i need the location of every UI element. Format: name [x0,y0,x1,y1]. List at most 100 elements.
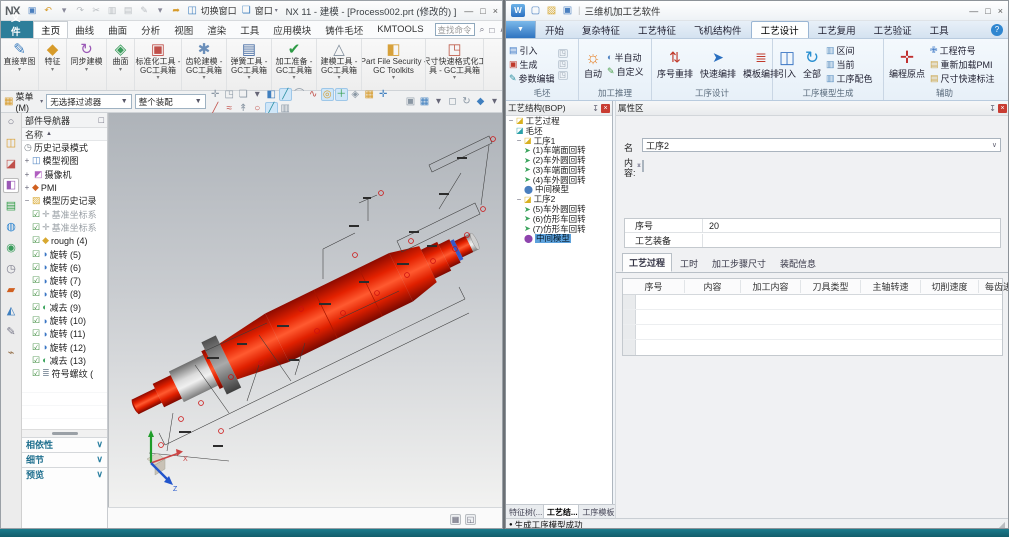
bop-tree-item[interactable]: − ◪ 工序2 [506,194,612,204]
tab-process[interactable]: 工艺过程 [622,253,672,272]
mini-button-icon[interactable]: ◳ [558,49,568,58]
tree-item[interactable]: ☑ ≣ 符号螺纹 ( [22,367,107,380]
name-column-header[interactable]: 名称▲ [22,128,107,141]
minimize-button[interactable]: — [464,6,473,16]
tree-item[interactable]: ☑ ◑ 旋转 (10) [22,314,107,327]
resource-bar-icon[interactable]: ◫ [3,136,19,151]
bop-tree-item[interactable]: ➤ (7)仿形车回转 [506,224,612,234]
bop-tree-item[interactable]: ➤ (3)车端面回转 [506,165,612,175]
resize-grip-icon[interactable]: ◢ [999,520,1005,529]
toolbar-icon[interactable]: ▦ [363,88,376,101]
kv-row[interactable]: 序号 20 [625,219,1000,233]
close-panel-icon[interactable]: × [998,104,1007,113]
toolbar-icon[interactable]: ◳ [223,88,236,101]
window-menu-button[interactable]: ❏窗口▾ [240,4,278,17]
ribbon-button[interactable]: △ 建模工具 - GC工具箱 ▾ [317,39,362,90]
tree-item[interactable]: ☑ ◐ 减去 (13) [22,354,107,367]
tab-process-design[interactable]: 工艺设计 [751,21,809,38]
navigator-scrollbar[interactable] [22,429,107,437]
toolbar-icon[interactable]: ▾ [432,95,445,108]
checkbox-icon[interactable]: ☑ [32,262,40,273]
expander-icon[interactable]: − [508,116,514,125]
toolbar-icon[interactable]: ◻ [446,95,459,108]
op-color-button[interactable]: ▥工序配色 [826,72,873,85]
expander-icon[interactable]: − [24,196,30,205]
checkbox-icon[interactable]: ☑ [32,209,40,220]
renumber-button[interactable]: ⇅序号重排 [655,48,695,80]
programming-origin-button[interactable]: ✛编程原点 [887,48,927,80]
engineering-symbol-button[interactable]: ✙工程符号 [930,44,995,57]
auto-button[interactable]: ☼自动 [582,48,604,80]
doc-control-icon[interactable]: ⌕ [480,24,485,35]
toolbar-icon[interactable]: ◆ [474,95,487,108]
tab-aircraft-structures[interactable]: 飞机结构件 [685,21,751,38]
table-row[interactable] [623,325,1002,340]
column-header[interactable]: 加工内容 [741,280,801,293]
tab-analysis[interactable]: 分析 [134,21,167,38]
tree-item[interactable]: ☑ ◆ rough (4) [22,234,107,247]
bop-tree-item[interactable]: ➤ (6)仿形车回转 [506,214,612,224]
toolbar-icon[interactable]: ✛ [377,88,390,101]
bop-tree-item[interactable]: ◪ 毛坯 [506,126,612,136]
tree-item[interactable]: ☑ ◐ 减去 (9) [22,301,107,314]
tab-complex-features[interactable]: 复杂特征 [573,21,629,38]
graphics-viewport[interactable]: Z X [108,113,503,507]
display-mode-icon[interactable]: ▦ [450,514,461,525]
bop-tree-item[interactable]: − ◪ 工序1 [506,136,612,146]
blank-import-button[interactable]: ▤引入 [509,44,555,57]
tree-item[interactable]: ☑ ◑ 旋转 (8) [22,287,107,300]
tree-item[interactable]: ☑ ◑ 旋转 (5) [22,247,107,260]
panel-tab[interactable]: 工序模板 [579,505,616,519]
cut-icon[interactable]: ✂ [90,4,103,17]
pin-icon[interactable]: ↧ [989,104,996,113]
kv-row[interactable]: 工艺装备 [625,233,1000,247]
bop-tree-item[interactable]: − ◪ 工艺过程 [506,116,612,126]
checkbox-icon[interactable]: ☑ [32,288,40,299]
tree-item[interactable]: ☑ ◑ 旋转 (11) [22,327,107,340]
blank-generate-button[interactable]: ▣生成 [509,58,555,71]
tab-curve[interactable]: 曲线 [68,21,101,38]
selection-filter-combo[interactable]: 无选择过滤器▼ [46,94,132,109]
resource-bar-icon[interactable]: ○ [3,115,19,130]
semi-auto-button[interactable]: ◐半自动 [607,51,644,64]
bop-tree-item[interactable]: ➤ (1)车端面回转 [506,145,612,155]
resource-bar-icon[interactable]: ▤ [3,199,19,214]
checkbox-icon[interactable]: ☑ [32,368,40,379]
tab-surface[interactable]: 曲面 [101,21,134,38]
toolbar-icon[interactable]: ❏ [237,88,250,101]
toolbar-icon[interactable]: ◈ [349,88,362,101]
help-icon[interactable]: ? [991,24,1003,36]
bop-tree-item[interactable]: ➤ (4)车外圆回转 [506,175,612,185]
operation-name-combo[interactable]: 工序2∨ [642,138,1001,152]
resource-bar-icon[interactable]: ◧ [3,178,19,193]
maximize-button[interactable]: □ [480,6,485,16]
ribbon-button[interactable]: ✔ 加工准备 - GC工具箱 ▾ [272,39,317,90]
column-header[interactable]: 主轴转速 [861,280,921,293]
reload-pmi-button[interactable]: ▤重新加载PMI [930,58,995,71]
tab-kmtools[interactable]: KMTOOLS [370,21,430,38]
scroll-down-icon[interactable]: ▼ [636,163,642,169]
resource-bar-icon[interactable]: ◉ [3,241,19,256]
app-menu-button[interactable]: ▼ [506,21,536,38]
bop-tree-item[interactable]: ⬤ 中间模型 [506,234,612,244]
table-row[interactable] [623,310,1002,325]
quick-dimension-button[interactable]: ▤尺寸快速标注 [930,72,995,85]
checkbox-icon[interactable]: ☑ [32,249,40,260]
checkbox-icon[interactable]: ☑ [32,222,40,233]
save-icon[interactable]: ▣ [561,4,574,17]
tree-item[interactable]: ☑ ◑ 旋转 (12) [22,340,107,353]
bop-tree-item[interactable]: ➤ (5)车外圆回转 [506,204,612,214]
tree-item[interactable]: ☑ ◑ 旋转 (7) [22,274,107,287]
tree-item[interactable]: + ◫ 模型视图 [22,154,107,167]
new-doc-icon[interactable]: ▢ [529,4,542,17]
toolbar-icon[interactable]: ⌒ [293,88,306,101]
ribbon-button[interactable]: ▤ 弹簧工具 - GC工具箱 ▾ [227,39,272,90]
tree-item[interactable]: + ◩ 摄像机 [22,168,107,181]
content-textarea[interactable]: ▲ ▼ [642,160,644,172]
current-button[interactable]: ▥当前 [826,58,873,71]
op-model-import-button[interactable]: ◫引入 [776,48,798,80]
selection-scope-combo[interactable]: 整个装配▼ [135,94,206,109]
column-header[interactable]: 刀具类型 [801,280,861,293]
toolbar-icon[interactable]: ▾ [251,88,264,101]
checkbox-icon[interactable]: ☑ [32,342,40,353]
